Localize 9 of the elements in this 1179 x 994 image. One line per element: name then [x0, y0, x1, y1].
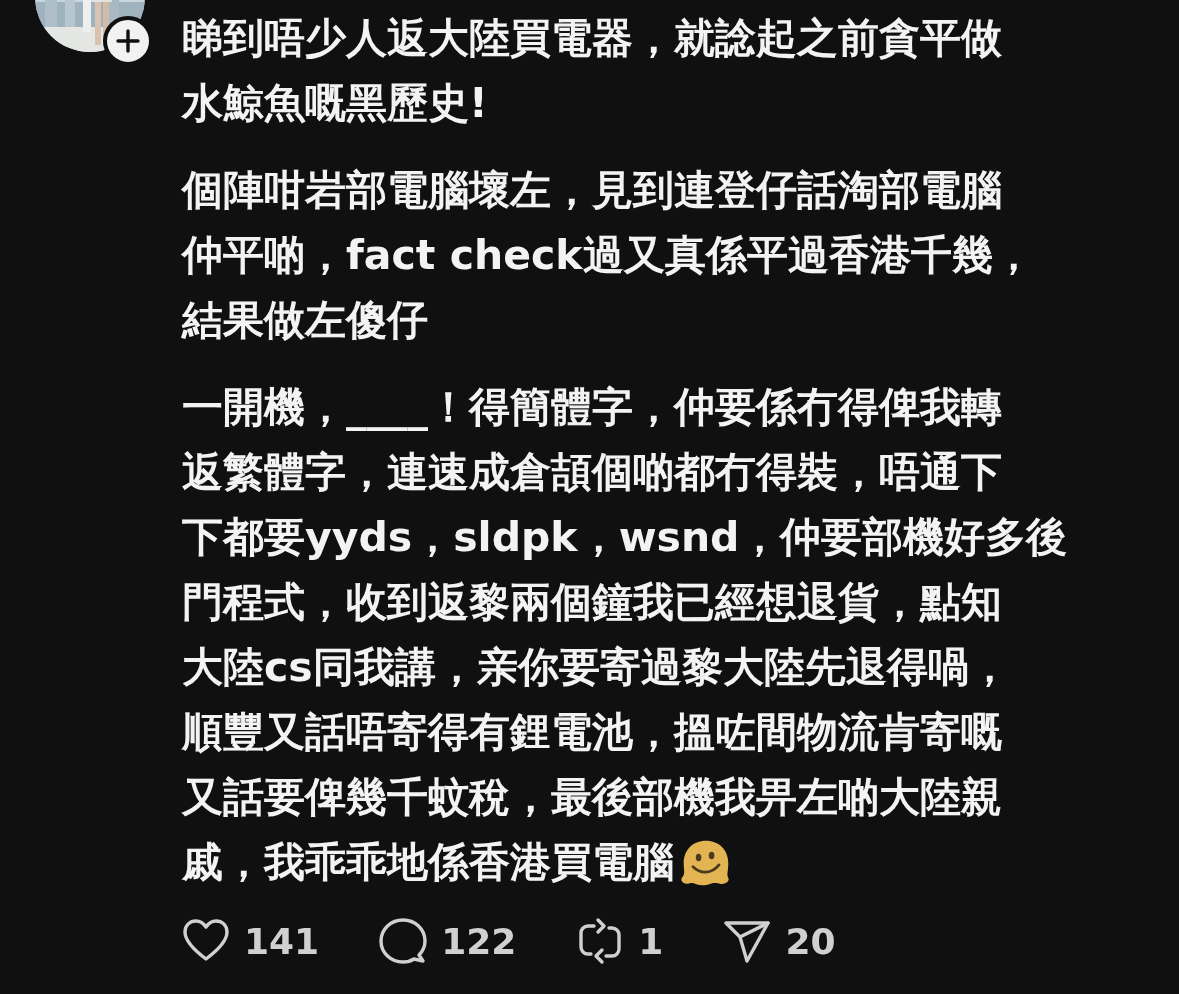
share-button[interactable]: 20 [723, 917, 836, 965]
post-paragraph: 睇到唔少人返大陸買電器，就諗起之前貪平做 水鯨魚嘅黑歷史! [182, 14, 1002, 127]
post-paragraph: 個陣咁岩部電腦壞左，見到連登仔話淘部電腦 仲平啲，fact check過又真係平過香港千幾， 結果做左傻仔 [182, 166, 1034, 344]
reply-button[interactable]: 122 [379, 917, 517, 965]
post-paragraph: 一開機，____！得簡體字，仲要係冇得俾我轉 返繁體字，連速成倉頡個啲都冇得裝，唔通下 下都要yyds，sldpk，wsnd，仲要部機好多後 門程式，收到返黎兩個鐘我已經想退貨，點知 大陸cs同我講，亲你要寄過黎大陸先退得喎， 順豐又話唔寄得有鋰電池，搵咗間物流肯寄嘅 又話要俾幾千蚊稅，最後部機我畀左啲大陸親 [182, 382, 1069, 823]
post-text-line: 戚，我乖乖地係香港買電腦 [182, 837, 674, 888]
repost-button[interactable]: 1 [576, 917, 664, 965]
like-button[interactable]: 141 [182, 917, 320, 965]
speech-bubble-icon [379, 917, 428, 965]
